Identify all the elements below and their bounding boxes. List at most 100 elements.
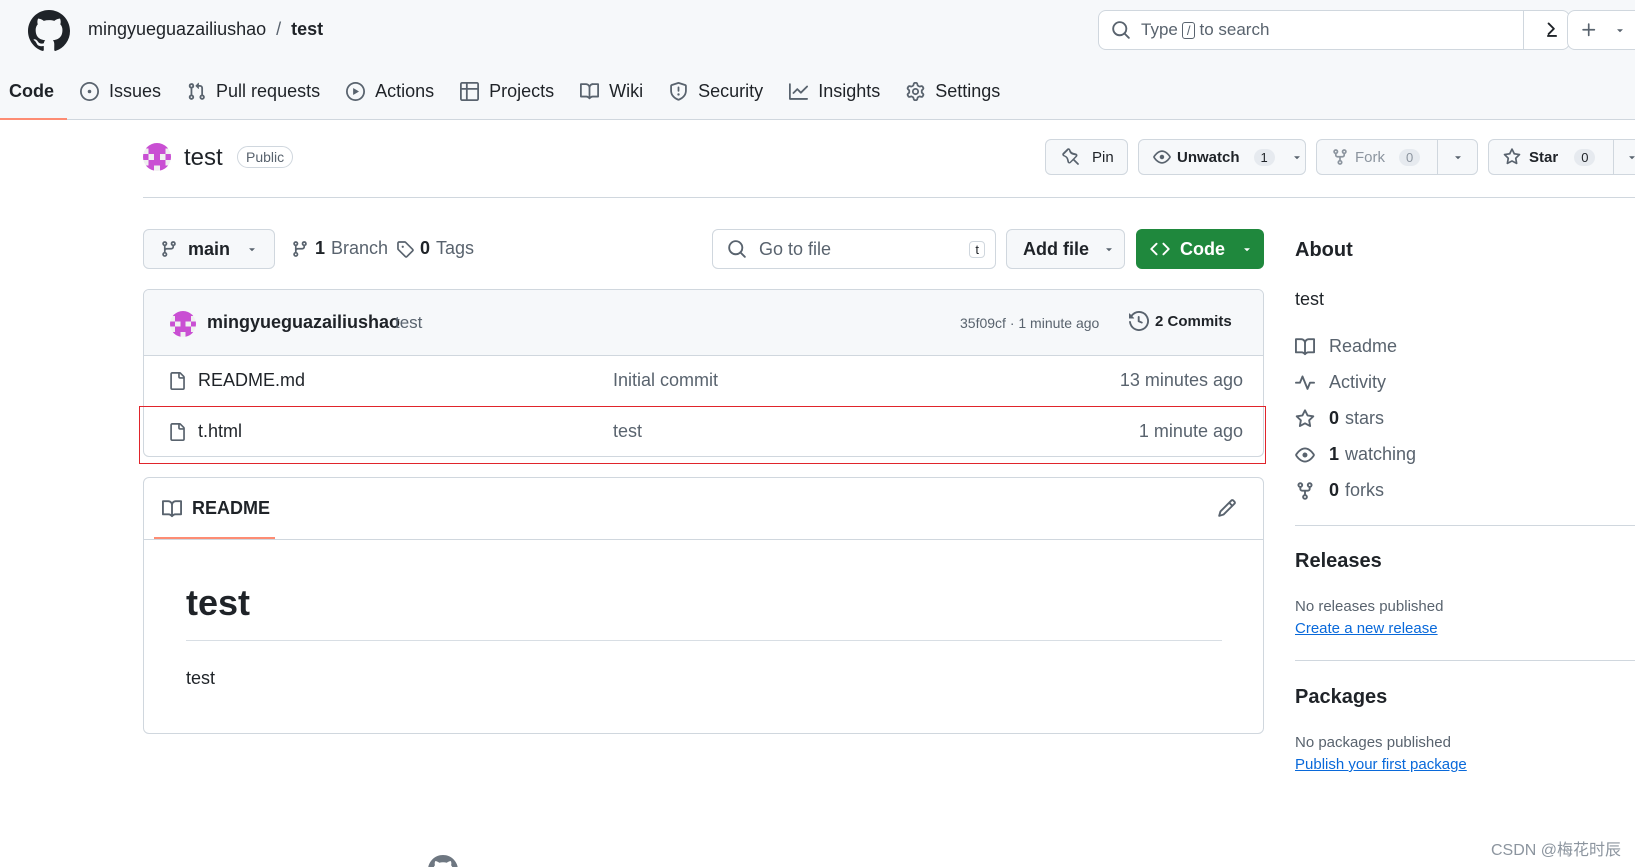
unwatch-label: Unwatch [1177, 148, 1240, 166]
packages-title[interactable]: Packages [1295, 686, 1387, 709]
tab-insights[interactable]: Insights [776, 72, 893, 110]
book-icon [1295, 337, 1315, 355]
file-commit-message[interactable]: Initial commit [613, 370, 718, 391]
readme-link[interactable]: Readme [1295, 336, 1397, 357]
create-release-link[interactable]: Create a new release [1295, 620, 1438, 637]
file-name[interactable]: README.md [198, 370, 305, 391]
stars-link[interactable]: 0 stars [1295, 408, 1384, 429]
repo-title[interactable]: test [184, 144, 223, 172]
eye-icon [1295, 447, 1315, 462]
file-name[interactable]: t.html [198, 421, 242, 442]
branches-link[interactable]: 1 Branch [291, 238, 388, 259]
star-icon [1503, 148, 1521, 165]
code-button[interactable]: Code [1136, 229, 1264, 269]
commit-author[interactable]: mingyueguazailiushao [207, 312, 400, 333]
star-icon [1295, 408, 1315, 427]
tag-count: 0 [420, 238, 431, 258]
tab-security[interactable]: Security [656, 72, 776, 110]
tags-link[interactable]: 0 Tags [396, 238, 474, 259]
search-shortcut-key: / [1181, 21, 1196, 39]
commits-history-link[interactable]: 2 Commits [1129, 311, 1232, 331]
releases-title[interactable]: Releases [1295, 550, 1382, 573]
go-to-file-input[interactable]: Go to file t [712, 229, 996, 269]
pin-button[interactable]: Pin [1045, 139, 1128, 175]
shield-icon [670, 81, 687, 101]
branch-count-label: Branch [331, 238, 389, 258]
stars-count: 0 [1329, 408, 1340, 428]
commit-hash-time[interactable]: 35f09cf · 1 minute ago [960, 315, 1099, 331]
tab-actions[interactable]: Actions [333, 72, 447, 110]
unwatch-button[interactable]: Unwatch 1 [1138, 139, 1306, 175]
tab-settings-label: Settings [935, 80, 1001, 101]
activity-link-label: Activity [1329, 372, 1387, 392]
star-dropdown[interactable] [1613, 140, 1635, 174]
create-new-button[interactable] [1567, 10, 1635, 50]
file-date: 1 minute ago [1138, 421, 1243, 441]
triangle-down-icon [1244, 248, 1250, 252]
tab-code[interactable]: Code [0, 72, 67, 120]
triangle-down-icon [1106, 248, 1112, 252]
branch-icon [162, 241, 176, 257]
fork-button[interactable]: Fork 0 [1316, 139, 1478, 175]
global-search-input[interactable]: Type / to search [1098, 10, 1570, 50]
eye-icon [1153, 150, 1171, 164]
watching-link[interactable]: 1 watching [1295, 444, 1416, 465]
commits-count-label: 2 Commits [1155, 312, 1232, 330]
breadcrumb: mingyueguazailiushao / test [88, 19, 323, 40]
watch-counter: 1 [1253, 148, 1275, 166]
breadcrumb-repo-link[interactable]: test [291, 19, 323, 40]
file-icon [168, 422, 186, 442]
branch-selector[interactable]: main [143, 229, 275, 269]
table-icon [460, 81, 480, 101]
branch-name: main [188, 238, 231, 259]
activity-link[interactable]: Activity [1295, 372, 1386, 393]
tab-wiki[interactable]: Wiki [567, 72, 656, 110]
fork-icon [1297, 481, 1313, 500]
branch-icon [293, 240, 307, 257]
add-file-button[interactable]: Add file [1006, 229, 1125, 269]
repo-owner-avatar[interactable] [143, 143, 171, 171]
file-commit-message[interactable]: test [613, 421, 642, 442]
file-row[interactable]: t.html test 1 minute ago [144, 407, 1263, 456]
file-row[interactable]: README.md Initial commit 13 minutes ago [144, 356, 1263, 407]
gear-icon [906, 81, 925, 101]
github-logo-icon[interactable] [28, 10, 70, 52]
tab-settings[interactable]: Settings [893, 72, 1013, 110]
pencil-icon[interactable] [1217, 498, 1237, 518]
commit-message[interactable]: test [395, 313, 422, 333]
pull-request-icon [188, 82, 205, 100]
issue-icon [80, 81, 99, 101]
tag-icon [397, 240, 414, 258]
fork-dropdown[interactable] [1437, 140, 1477, 174]
breadcrumb-owner-link[interactable]: mingyueguazailiushao [88, 19, 266, 40]
fork-label: Fork [1355, 148, 1385, 166]
add-file-label: Add file [1023, 238, 1089, 259]
tab-issues[interactable]: Issues [67, 72, 174, 110]
footer-github-logo-icon[interactable] [428, 855, 458, 867]
tab-security-label: Security [698, 80, 764, 101]
star-button[interactable]: Star 0 [1488, 139, 1635, 175]
repo-tabs: Code Issues Pull requests Actions Projec… [0, 72, 1013, 120]
tab-insights-label: Insights [818, 80, 881, 101]
tab-projects[interactable]: Projects [447, 72, 567, 110]
command-palette-button[interactable] [1523, 11, 1569, 49]
forks-link[interactable]: 0 forks [1295, 480, 1384, 501]
star-label: Star [1529, 148, 1559, 166]
fork-counter: 0 [1399, 148, 1421, 166]
title-divider [143, 197, 1635, 198]
triangle-down-icon [1628, 156, 1635, 160]
go-to-file-placeholder: Go to file [759, 238, 832, 259]
packages-empty-text: No packages published [1295, 734, 1451, 751]
readme-tab[interactable]: README [162, 498, 270, 519]
tab-pull-requests[interactable]: Pull requests [174, 72, 333, 110]
publish-package-link[interactable]: Publish your first package [1295, 756, 1467, 773]
forks-count: 0 [1329, 480, 1340, 500]
sidebar-divider [1295, 660, 1635, 661]
book-icon [162, 499, 182, 517]
triangle-down-icon [1294, 156, 1300, 160]
code-icon [1150, 242, 1170, 256]
tab-wiki-label: Wiki [609, 80, 644, 101]
commit-author-avatar[interactable] [170, 311, 196, 337]
triangle-down-icon [1454, 156, 1461, 160]
pulse-icon [1295, 375, 1315, 390]
